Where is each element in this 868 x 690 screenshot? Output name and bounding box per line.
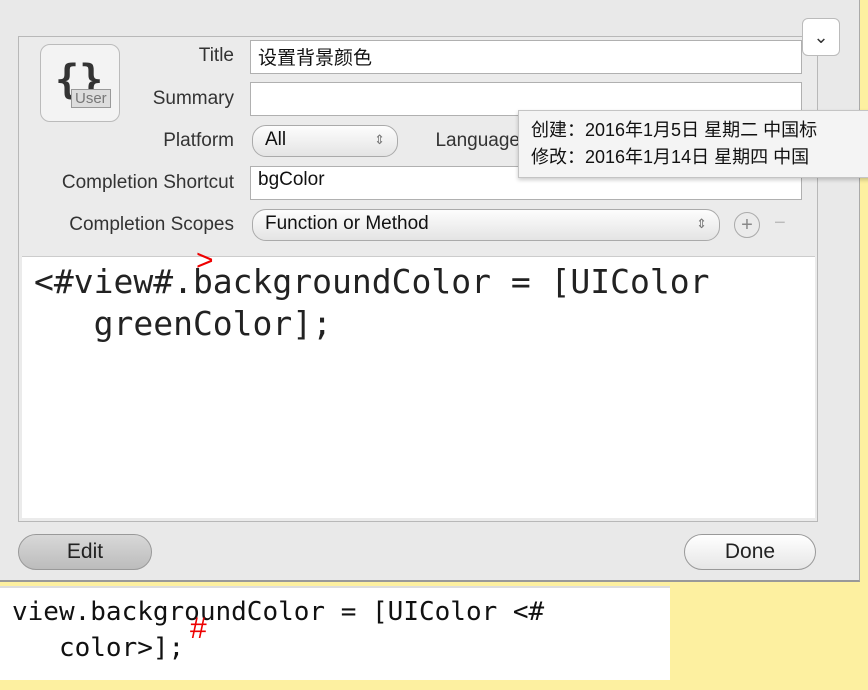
scopes-select[interactable]: Function or Method ⇕ <box>252 209 720 241</box>
created-date: 创建：2016年1月5日 星期二 中国标 <box>531 120 818 140</box>
title-label: Title <box>198 45 234 66</box>
title-input[interactable]: 设置背景颜色 <box>250 40 802 74</box>
red-annotation: > <box>196 244 214 277</box>
modified-date: 修改：2016年1月14日 星期四 中国 <box>531 147 810 167</box>
code-text[interactable]: <#view#.backgroundColor = [UIColor green… <box>22 257 815 345</box>
scopes-value: Function or Method <box>265 213 429 234</box>
chevron-down-icon[interactable]: ⌄ <box>802 18 840 56</box>
file-info-tooltip: 创建：2016年1月5日 星期二 中国标 修改：2016年1月14日 星期四 中… <box>518 110 868 178</box>
edit-button[interactable]: Edit <box>18 534 152 570</box>
summary-label: Summary <box>152 88 234 109</box>
completion-preview: view.backgroundColor = [UIColor <# color… <box>0 586 670 680</box>
red-annotation: # <box>190 612 207 645</box>
remove-scope-button[interactable]: − <box>774 212 786 235</box>
updown-icon: ⇕ <box>696 216 707 231</box>
language-label: Language <box>435 130 520 151</box>
platform-label: Platform <box>163 130 234 151</box>
shortcut-label: Completion Shortcut <box>61 172 234 193</box>
done-button[interactable]: Done <box>684 534 816 570</box>
add-scope-button[interactable]: + <box>734 212 760 238</box>
scopes-label: Completion Scopes <box>69 214 234 235</box>
preview-code: view.backgroundColor = [UIColor <# color… <box>12 597 545 663</box>
code-editor[interactable]: <#view#.backgroundColor = [UIColor green… <box>22 256 815 518</box>
snippet-dialog: {} User Title 设置背景颜色 Summary Platform Al… <box>0 0 860 582</box>
